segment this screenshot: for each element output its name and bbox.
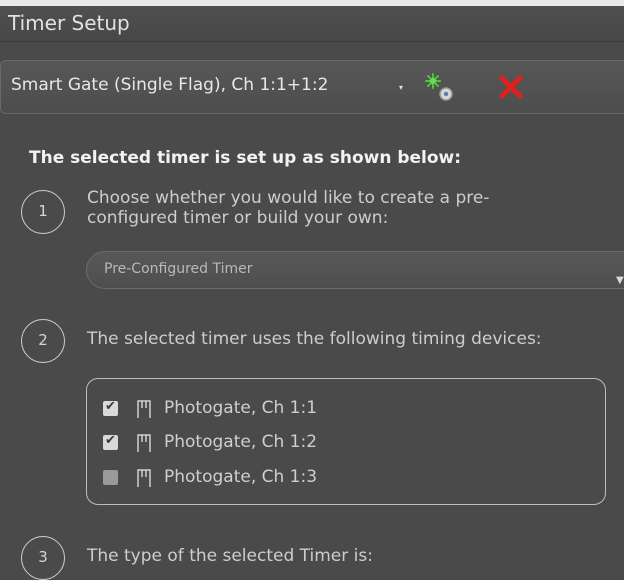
- device-checkbox[interactable]: ✔: [103, 399, 118, 416]
- timer-name-dropdown[interactable]: Smart Gate (Single Flag), Ch 1:1+1:2: [11, 75, 328, 95]
- checkmark-icon: ✔: [105, 399, 116, 414]
- step-1-badge: 1: [21, 190, 65, 234]
- window-title: Timer Setup: [8, 11, 130, 35]
- device-label: Photogate, Ch 1:2: [164, 432, 318, 452]
- step-3-text: The type of the selected Timer is:: [87, 546, 373, 566]
- timer-config-value: Pre-Configured Timer: [104, 261, 253, 277]
- device-label: Photogate, Ch 1:1: [164, 398, 318, 418]
- red-x-icon[interactable]: [498, 74, 524, 100]
- step-1-text-line1: Choose whether you would like to create …: [87, 188, 490, 208]
- device-checkbox[interactable]: ✔: [103, 433, 118, 450]
- device-checkbox[interactable]: [103, 470, 118, 485]
- chevron-down-icon[interactable]: ▾: [399, 83, 403, 92]
- checkmark-icon: ✔: [105, 433, 116, 448]
- step-2-badge: 2: [21, 319, 65, 363]
- sensors-gear-icon[interactable]: [422, 72, 456, 102]
- photogate-flag-icon: [137, 469, 151, 487]
- step-2-text: The selected timer uses the following ti…: [87, 329, 542, 349]
- chevron-down-icon[interactable]: ▼: [616, 275, 624, 286]
- timer-config-select[interactable]: Pre-Configured Timer ▼: [86, 251, 624, 289]
- title-bar: Timer Setup: [0, 6, 624, 42]
- photogate-flag-icon: [137, 400, 151, 418]
- timer-selector-bar[interactable]: Smart Gate (Single Flag), Ch 1:1+1:2: [0, 60, 624, 114]
- step-3-badge: 3: [21, 536, 65, 580]
- step-1-text-line2: configured timer or build your own:: [87, 208, 389, 228]
- setup-heading: The selected timer is set up as shown be…: [29, 148, 462, 168]
- photogate-flag-icon: [137, 434, 151, 452]
- step-1-text: Choose whether you would like to create …: [87, 188, 489, 228]
- device-label: Photogate, Ch 1:3: [164, 467, 318, 487]
